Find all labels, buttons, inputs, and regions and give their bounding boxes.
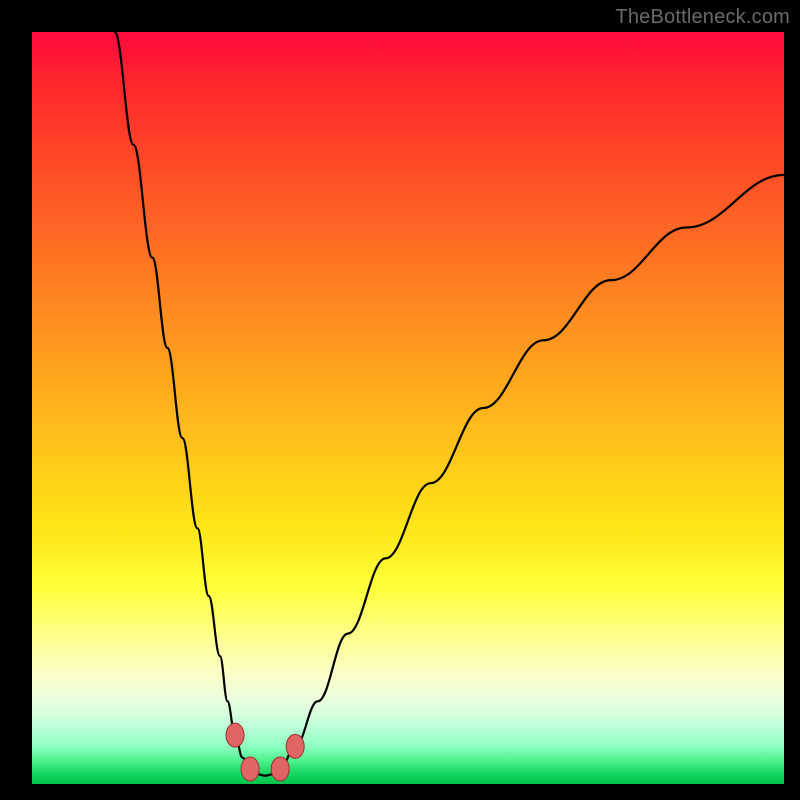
markers-group bbox=[226, 723, 304, 781]
curve-left-branch bbox=[115, 32, 250, 769]
chart-frame: TheBottleneck.com bbox=[0, 0, 800, 800]
plot-area bbox=[32, 32, 784, 784]
watermark-text: TheBottleneck.com bbox=[615, 6, 790, 29]
marker-right-upper bbox=[286, 734, 304, 758]
curve-right-branch bbox=[280, 175, 784, 769]
curve-svg bbox=[32, 32, 784, 784]
marker-right-lower bbox=[271, 757, 289, 781]
curves-group bbox=[115, 32, 784, 776]
marker-left-upper bbox=[226, 723, 244, 747]
marker-left-lower bbox=[241, 757, 259, 781]
